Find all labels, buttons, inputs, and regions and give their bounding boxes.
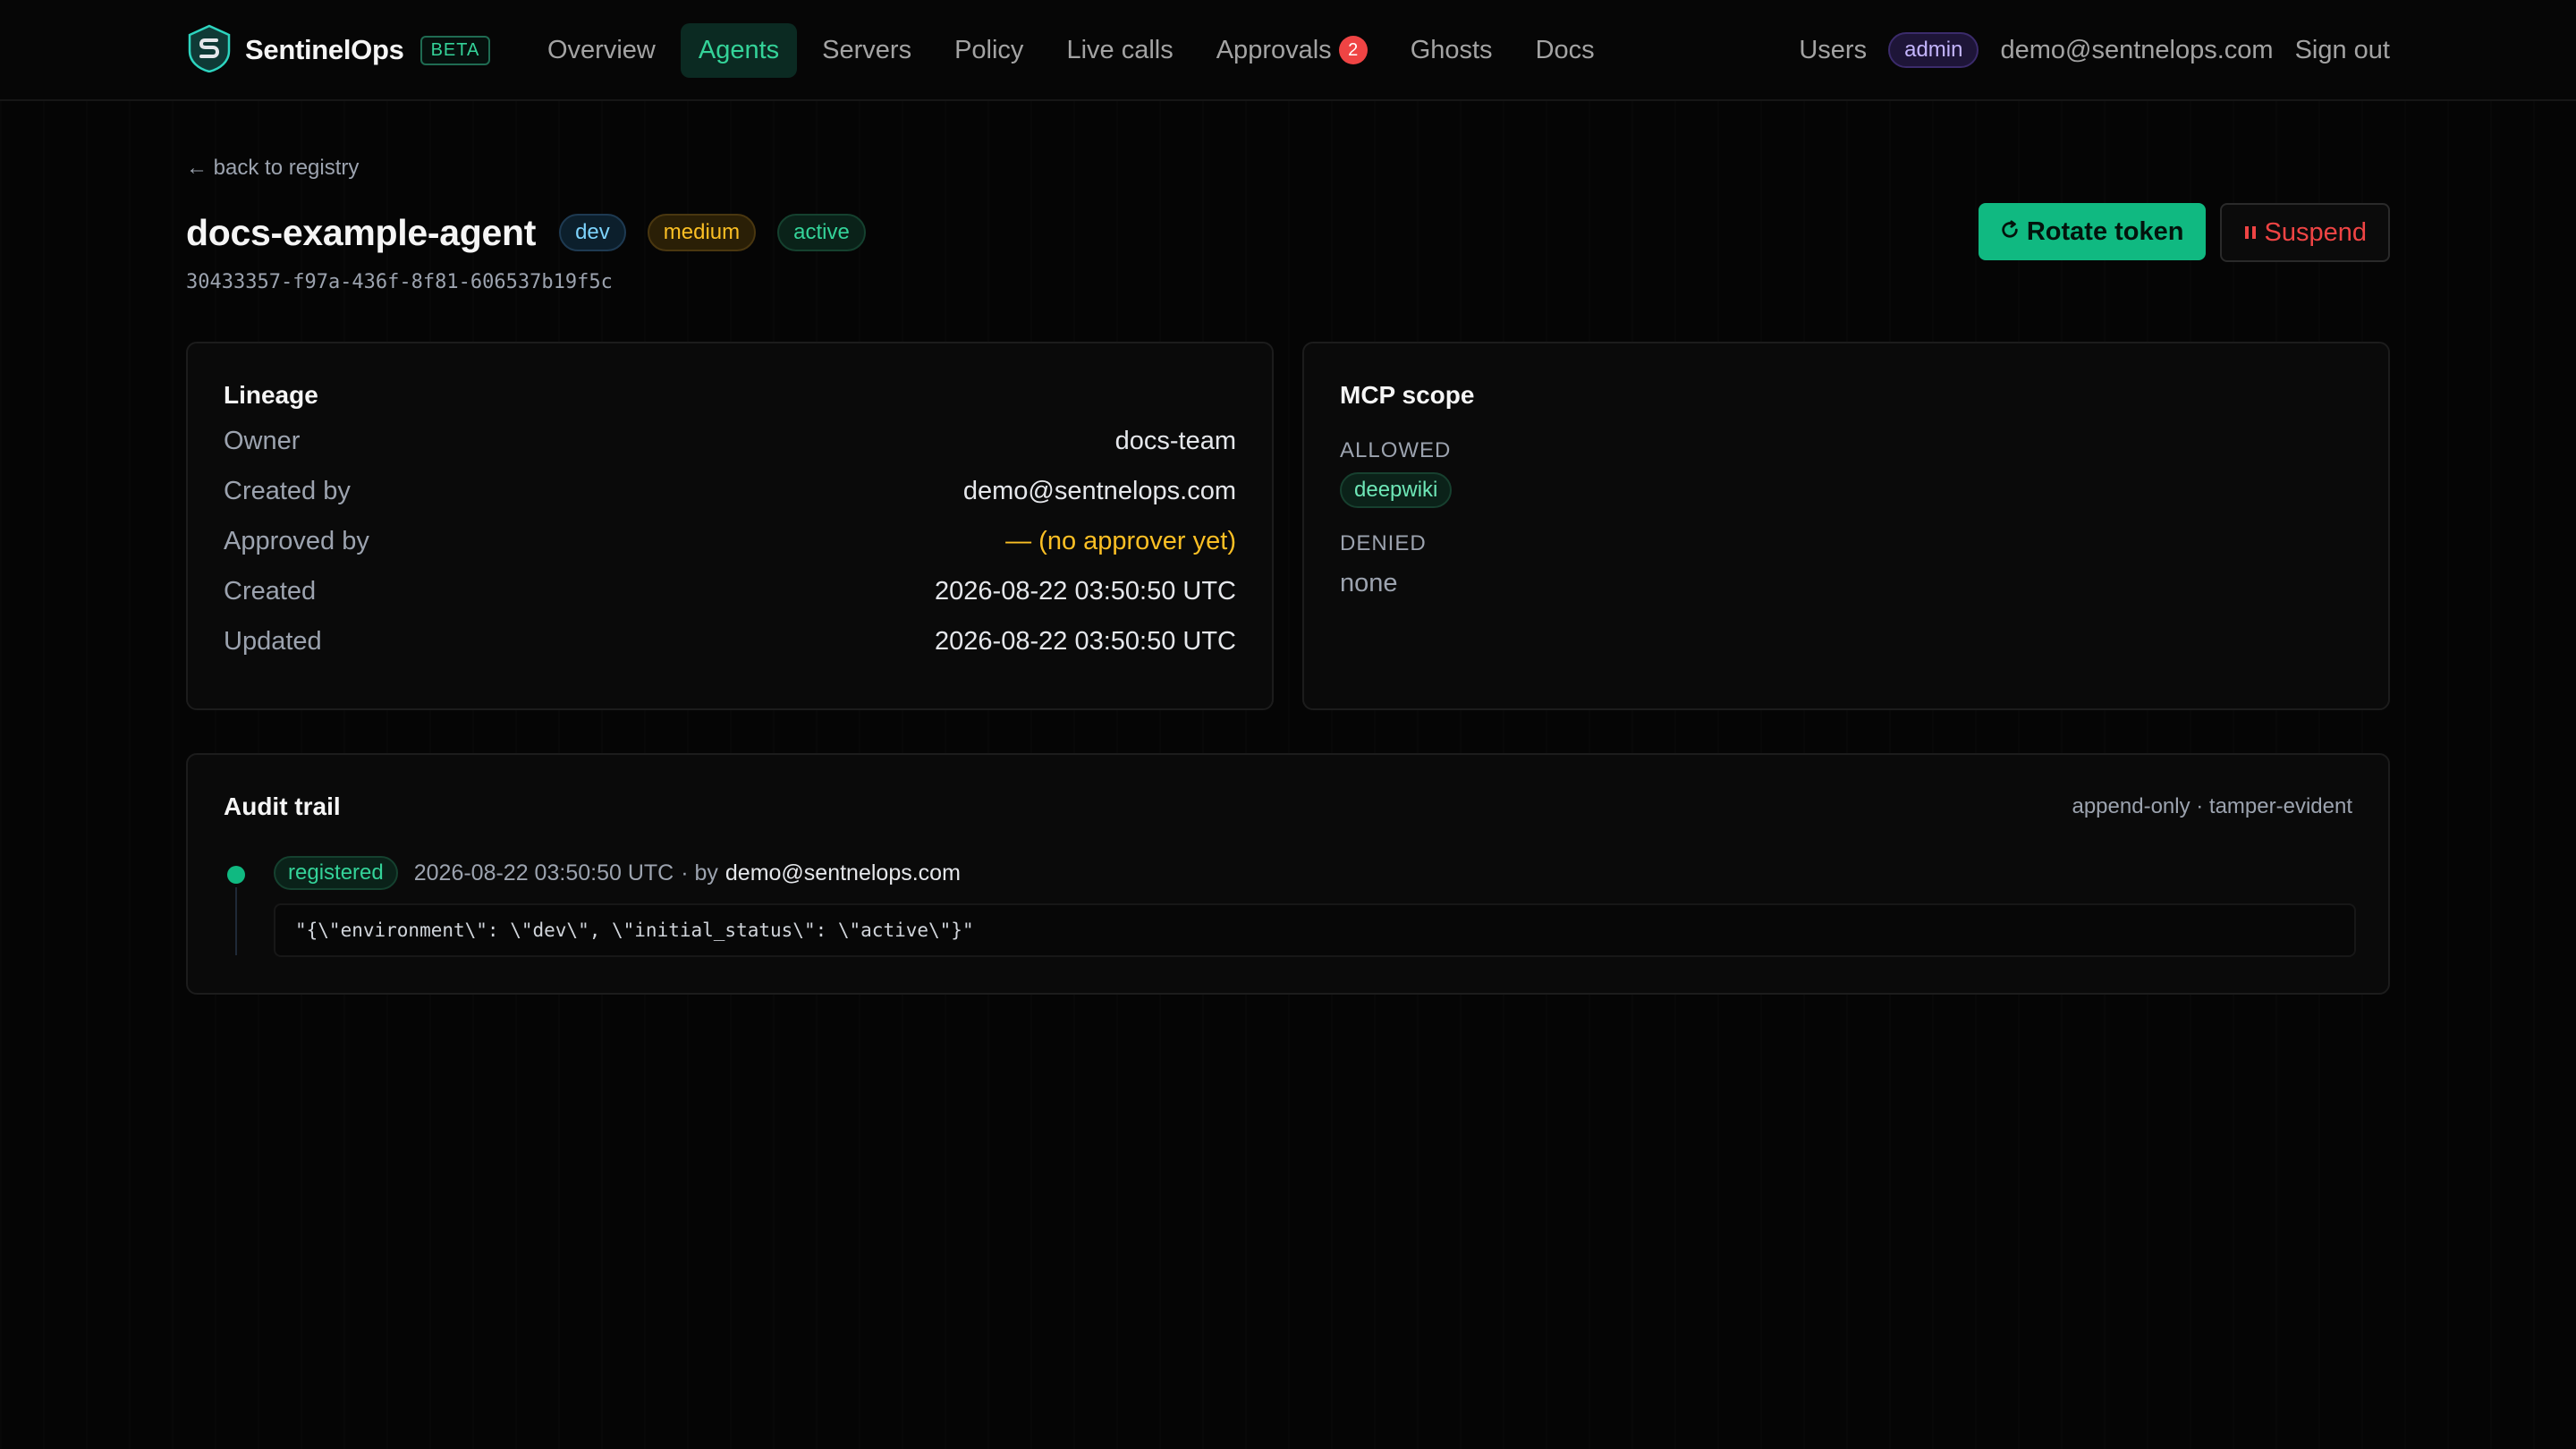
role-badge: admin bbox=[1888, 32, 1979, 68]
refresh-icon bbox=[2000, 217, 2027, 247]
mcp-scope-card: MCP scope ALLOWED deepwiki DENIED none bbox=[1302, 342, 2390, 710]
shield-logo-icon bbox=[186, 24, 245, 77]
lineage-value: 2026-08-22 03:50:50 UTC bbox=[935, 626, 1236, 656]
rotate-token-label: Rotate token bbox=[2026, 216, 2184, 246]
lineage-row-updated: Updated 2026-08-22 03:50:50 UTC bbox=[224, 623, 1236, 659]
brand[interactable]: SentinelOps BETA bbox=[186, 24, 491, 77]
rotate-token-button[interactable]: Rotate token bbox=[1978, 203, 2206, 260]
nav-docs[interactable]: Docs bbox=[1518, 23, 1613, 78]
lineage-row-created-by: Created by demo@sentnelops.com bbox=[224, 473, 1236, 509]
lineage-key: Approved by bbox=[224, 526, 369, 555]
nav-ghosts[interactable]: Ghosts bbox=[1393, 23, 1511, 78]
timeline-dot bbox=[227, 866, 245, 884]
audit-trail-title: Audit trail bbox=[224, 792, 341, 820]
lineage-value: 2026-08-22 03:50:50 UTC bbox=[935, 576, 1236, 606]
back-to-registry-link[interactable]: ← back to registry bbox=[186, 156, 359, 181]
user-menu: Users admin demo@sentnelops.com Sign out bbox=[1777, 21, 2390, 79]
status-badge: active bbox=[777, 214, 866, 251]
nav-policy[interactable]: Policy bbox=[936, 23, 1041, 78]
lineage-card: Lineage Owner docs-team Created by demo@… bbox=[186, 342, 1274, 710]
lineage-row-created: Created 2026-08-22 03:50:50 UTC bbox=[224, 573, 1236, 609]
brand-name: SentinelOps bbox=[245, 34, 404, 65]
beta-badge: BETA bbox=[419, 35, 491, 65]
nav-servers[interactable]: Servers bbox=[804, 23, 929, 78]
agent-actions: Rotate token Suspend bbox=[1978, 203, 2390, 262]
suspend-button[interactable]: Suspend bbox=[2219, 203, 2390, 262]
top-navigation-bar: SentinelOps BETA Overview Agents Servers… bbox=[0, 0, 2576, 101]
sign-out-link[interactable]: Sign out bbox=[2295, 36, 2390, 65]
suspend-label: Suspend bbox=[2264, 217, 2368, 247]
allowed-label: ALLOWED bbox=[1340, 438, 1452, 462]
event-timestamp: 2026-08-22 03:50:50 UTC bbox=[413, 860, 674, 886]
nav-live-calls[interactable]: Live calls bbox=[1048, 23, 1191, 78]
page-title: docs-example-agent bbox=[186, 211, 537, 253]
denied-label: DENIED bbox=[1340, 531, 1427, 555]
lineage-value: — (no approver yet) bbox=[1005, 526, 1236, 555]
nav-approvals-label: Approvals bbox=[1216, 35, 1332, 64]
agent-title-row: docs-example-agent dev medium active bbox=[186, 208, 887, 258]
pause-icon bbox=[2243, 218, 2265, 248]
event-by-label: · by bbox=[681, 860, 718, 886]
lineage-key: Created by bbox=[224, 476, 351, 505]
approvals-count-badge: 2 bbox=[1338, 36, 1368, 64]
environment-badge: dev bbox=[559, 214, 626, 251]
agent-id: 30433357-f97a-436f-8f81-606537b19f5c bbox=[186, 271, 613, 293]
timeline-line bbox=[235, 887, 237, 955]
lineage-key: Updated bbox=[224, 626, 322, 656]
main-nav: Overview Agents Servers Policy Live call… bbox=[530, 21, 1620, 79]
lineage-row-approved-by: Approved by — (no approver yet) bbox=[224, 523, 1236, 559]
event-type-badge: registered bbox=[274, 856, 398, 890]
lineage-row-owner: Owner docs-team bbox=[224, 423, 1236, 459]
users-link[interactable]: Users bbox=[1799, 36, 1867, 65]
lineage-value: docs-team bbox=[1114, 426, 1236, 455]
risk-badge: medium bbox=[647, 214, 757, 251]
nav-overview[interactable]: Overview bbox=[530, 23, 674, 78]
audit-event: registered 2026-08-22 03:50:50 UTC · by … bbox=[274, 855, 961, 891]
nav-agents[interactable]: Agents bbox=[680, 22, 798, 78]
denied-value: none bbox=[1340, 569, 1398, 597]
nav-approvals[interactable]: Approvals 2 bbox=[1199, 23, 1385, 78]
lineage-value: demo@sentnelops.com bbox=[962, 476, 1236, 505]
event-user: demo@sentnelops.com bbox=[724, 860, 961, 886]
mcp-scope-title: MCP scope bbox=[1340, 381, 1475, 409]
event-payload: "{\"environment\": \"dev\", \"initial_st… bbox=[274, 903, 2356, 957]
user-email: demo@sentnelops.com bbox=[2000, 35, 2274, 64]
audit-trail-card: Audit trail append-only · tamper-evident… bbox=[186, 753, 2390, 995]
lineage-key: Created bbox=[224, 576, 317, 606]
audit-note: append-only · tamper-evident bbox=[2072, 794, 2352, 818]
lineage-key: Owner bbox=[224, 426, 301, 455]
lineage-title: Lineage bbox=[224, 381, 318, 409]
allowed-server-chip: deepwiki bbox=[1340, 472, 1453, 508]
